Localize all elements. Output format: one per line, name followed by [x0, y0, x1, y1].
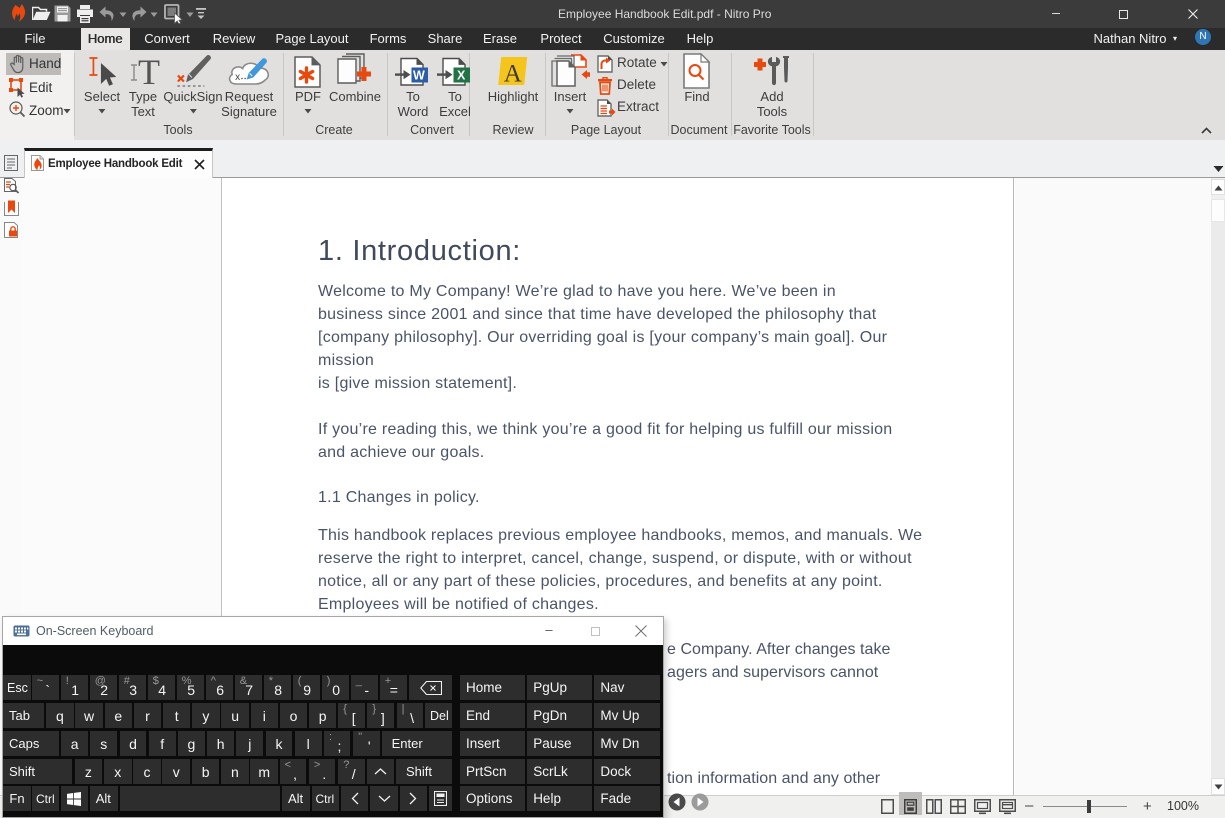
svg-text:X: X [457, 69, 466, 83]
svg-text:T: T [138, 53, 160, 91]
svg-text:A: A [504, 61, 522, 88]
svg-text:x: x [235, 72, 240, 83]
svg-text:W: W [413, 69, 425, 83]
